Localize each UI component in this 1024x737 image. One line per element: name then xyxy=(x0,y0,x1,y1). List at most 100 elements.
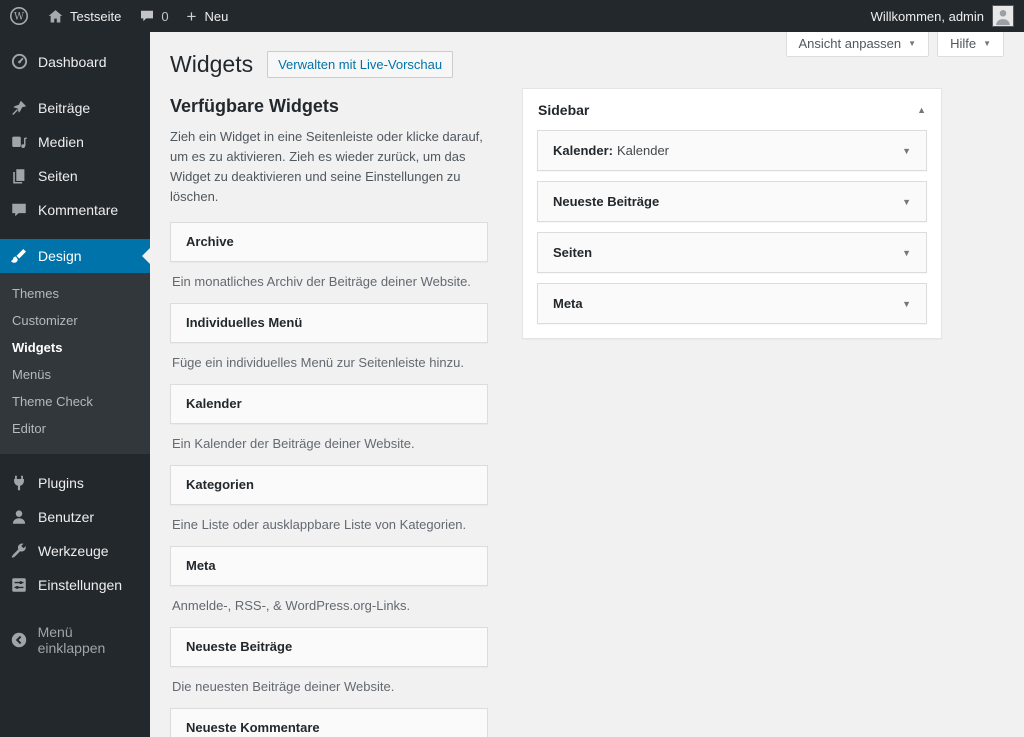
user-icon xyxy=(9,508,29,526)
sidebar-item-settings[interactable]: Einstellungen xyxy=(0,568,150,602)
submenu-item-themes[interactable]: Themes xyxy=(0,280,150,307)
collapse-up-icon[interactable]: ▲ xyxy=(917,105,926,115)
menu-separator xyxy=(0,227,150,239)
plugin-icon xyxy=(9,474,29,492)
avatar[interactable] xyxy=(992,5,1014,27)
available-widget-recent-comments: Neueste Kommentare Die neuesten Kommenta… xyxy=(170,707,488,737)
sidebar-panel-header[interactable]: Sidebar ▲ xyxy=(523,89,941,130)
menu-label: Dashboard xyxy=(38,53,107,70)
pages-icon xyxy=(9,167,29,185)
screen-options-label: Ansicht anpassen xyxy=(798,36,902,51)
sidebar-item-appearance[interactable]: Design xyxy=(0,239,150,273)
menu-label: Medien xyxy=(38,134,84,150)
sidebar-panel-title: Sidebar xyxy=(538,102,590,118)
sidebar-item-comments[interactable]: Kommentare xyxy=(0,193,150,227)
expand-down-icon[interactable]: ▼ xyxy=(902,146,911,156)
expand-down-icon[interactable]: ▼ xyxy=(902,299,911,309)
chevron-down-icon: ▼ xyxy=(908,39,917,48)
collapse-menu-button[interactable]: Menü einklappen xyxy=(0,616,150,664)
sidebar-item-media[interactable]: Medien xyxy=(0,125,150,159)
wrench-icon xyxy=(9,542,29,560)
dashboard-icon xyxy=(9,52,29,71)
menu-label: Beiträge xyxy=(38,100,91,116)
submenu-item-editor[interactable]: Editor xyxy=(0,415,150,442)
menu-label: Plugins xyxy=(38,475,84,491)
submenu-item-menus[interactable]: Menüs xyxy=(0,361,150,388)
comment-count: 0 xyxy=(161,8,169,24)
sidebar-item-plugins[interactable]: Plugins xyxy=(0,466,150,500)
sidebar-widget-meta[interactable]: Meta ▼ xyxy=(537,283,927,324)
available-widgets-heading: Verfügbare Widgets xyxy=(170,96,339,116)
widget-name: Meta xyxy=(553,296,583,311)
widget-name: Meta xyxy=(186,558,216,574)
manage-with-live-preview-button[interactable]: Verwalten mit Live-Vorschau xyxy=(267,51,454,79)
sidebar-item-users[interactable]: Benutzer xyxy=(0,500,150,534)
screen-options-tab[interactable]: Ansicht anpassen ▼ xyxy=(785,32,930,57)
svg-text:W: W xyxy=(14,12,25,23)
comments-icon xyxy=(9,201,29,219)
sliders-icon xyxy=(9,576,29,594)
media-icon xyxy=(9,133,29,151)
admin-menu: Dashboard Beiträge Medien Seiten Komment… xyxy=(0,32,150,737)
submenu-item-widgets[interactable]: Widgets xyxy=(0,334,150,361)
submenu-item-customizer[interactable]: Customizer xyxy=(0,307,150,334)
site-link[interactable]: Testseite xyxy=(38,0,130,32)
available-widget-archive: Archive Ein monatliches Archiv der Beitr… xyxy=(170,221,488,303)
menu-separator xyxy=(0,454,150,466)
widget-name: Kategorien xyxy=(186,477,254,493)
plus-icon: + xyxy=(186,6,197,26)
sidebar-widget-calendar[interactable]: Kalender: Kalender ▼ xyxy=(537,130,927,171)
widget-name: Neueste Kommentare xyxy=(186,720,320,736)
admin-bar: W Testseite 0 + Neu Willkommen, admin xyxy=(0,0,1024,32)
new-content-menu[interactable]: + Neu xyxy=(178,0,238,32)
sidebar-widget-pages[interactable]: Seiten ▼ xyxy=(537,232,927,273)
available-widget-calendar: Kalender Ein Kalender der Beiträge deine… xyxy=(170,383,488,465)
expand-down-icon[interactable]: ▼ xyxy=(902,197,911,207)
widget-title-bar[interactable]: Neueste Beiträge xyxy=(170,626,488,667)
submenu-item-theme-check[interactable]: Theme Check xyxy=(0,388,150,415)
sidebar-item-posts[interactable]: Beiträge xyxy=(0,91,150,125)
comment-bubble-icon xyxy=(139,8,155,24)
available-widgets-description: Zieh ein Widget in eine Seitenleiste ode… xyxy=(170,129,483,205)
menu-label: Menü einklappen xyxy=(37,624,106,656)
welcome-text[interactable]: Willkommen, admin xyxy=(871,9,984,24)
widget-description: Ein monatliches Archiv der Beiträge dein… xyxy=(172,273,471,289)
widget-name: Archive xyxy=(186,234,234,250)
widget-title-bar[interactable]: Kalender xyxy=(170,383,488,424)
admin-bar-right: Willkommen, admin xyxy=(871,5,1024,27)
menu-label: Werkzeuge xyxy=(38,543,109,559)
menu-separator xyxy=(0,79,150,91)
widget-name: Neueste Beiträge xyxy=(186,639,293,655)
brush-icon xyxy=(9,247,29,265)
widget-title-bar[interactable]: Neueste Kommentare xyxy=(170,707,488,737)
widget-title-bar[interactable]: Meta xyxy=(170,545,488,586)
widget-subtitle: Kalender xyxy=(616,143,670,158)
page-title: Widgets xyxy=(170,51,254,77)
widget-description: Anmelde-, RSS-, & WordPress.org-Links. xyxy=(172,597,411,613)
appearance-submenu: Themes Customizer Widgets Menüs Theme Ch… xyxy=(0,273,150,454)
comments-shortcut[interactable]: 0 xyxy=(130,0,177,32)
chevron-down-icon: ▼ xyxy=(983,39,991,48)
wordpress-logo-menu[interactable]: W xyxy=(0,0,38,32)
widget-name: Seiten xyxy=(553,245,593,260)
sidebar-widget-area: Sidebar ▲ Kalender: Kalender ▼ Neueste B… xyxy=(522,88,942,339)
widget-title-bar[interactable]: Archive xyxy=(170,221,488,262)
collapse-arrow-icon xyxy=(9,631,29,649)
available-widget-categories: Kategorien Eine Liste oder ausklappbare … xyxy=(170,464,488,546)
available-widgets-section: Verfügbare Widgets Zieh ein Widget in ei… xyxy=(170,96,488,737)
sidebar-item-tools[interactable]: Werkzeuge xyxy=(0,534,150,568)
widget-name: Kalender: xyxy=(553,143,613,158)
expand-down-icon[interactable]: ▼ xyxy=(902,248,911,258)
widget-title-bar[interactable]: Kategorien xyxy=(170,464,488,505)
sidebar-item-pages[interactable]: Seiten xyxy=(0,159,150,193)
widget-title-bar[interactable]: Individuelles Menü xyxy=(170,302,488,343)
available-widget-recent-posts: Neueste Beiträge Die neuesten Beiträge d… xyxy=(170,626,488,708)
help-tab[interactable]: Hilfe ▼ xyxy=(937,32,1004,57)
sidebar-item-dashboard[interactable]: Dashboard xyxy=(0,44,150,79)
pin-icon xyxy=(9,99,29,117)
sidebar-widget-recent-posts[interactable]: Neueste Beiträge ▼ xyxy=(537,181,927,222)
available-widget-custom-menu: Individuelles Menü Füge ein individuelle… xyxy=(170,302,488,384)
menu-separator xyxy=(0,32,150,44)
screen-meta-links: Ansicht anpassen ▼ Hilfe ▼ xyxy=(785,32,1004,57)
widget-name: Individuelles Menü xyxy=(186,315,303,331)
